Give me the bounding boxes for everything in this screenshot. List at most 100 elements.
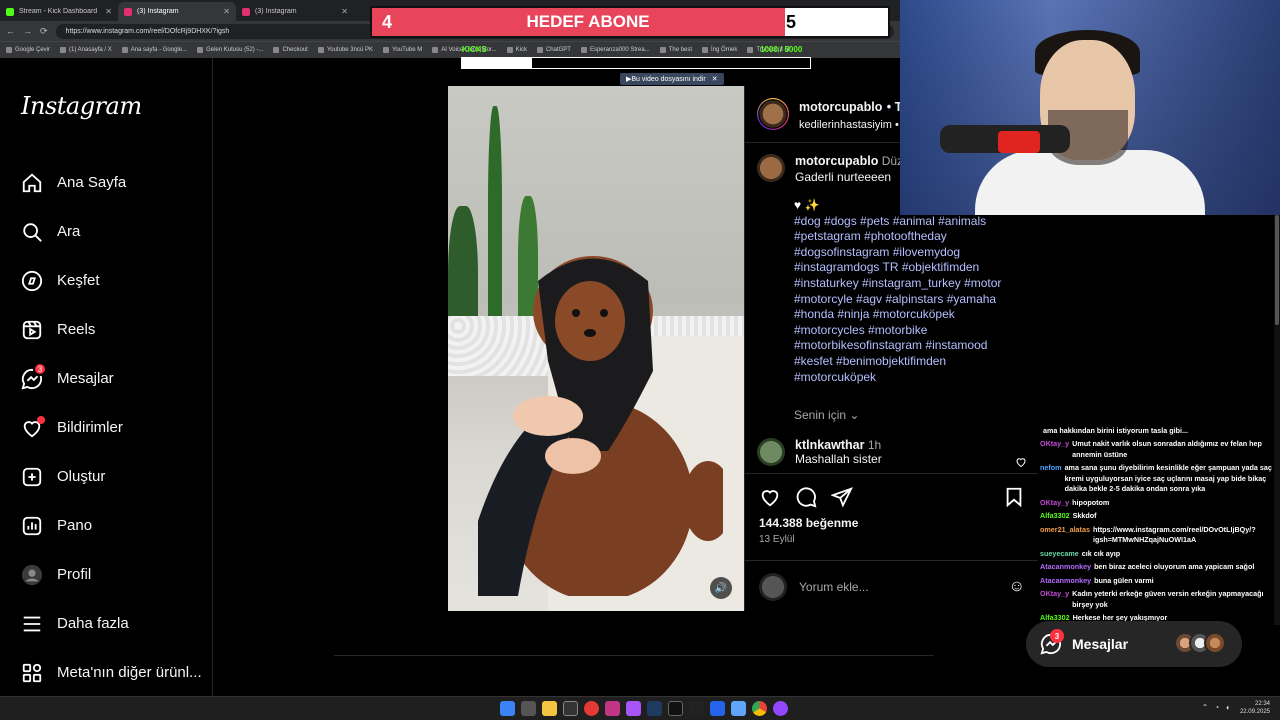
sidebar-item-reels[interactable]: Reels: [0, 305, 213, 354]
close-icon[interactable]: ✕: [712, 75, 718, 83]
sidebar-item-dashboard[interactable]: Pano: [0, 501, 213, 550]
close-tab-icon[interactable]: ✕: [223, 7, 230, 16]
chat-username[interactable]: OKtay_y: [1040, 439, 1069, 460]
author-avatar[interactable]: [757, 98, 789, 130]
commenter-username[interactable]: ktlnkawthar: [795, 438, 864, 452]
back-icon[interactable]: ←: [6, 26, 15, 36]
comment-bubble-icon[interactable]: [795, 486, 817, 508]
system-tray[interactable]: ⌃ ◔ ◖: [1202, 703, 1230, 712]
chrome-icon[interactable]: [752, 701, 767, 716]
opera-icon[interactable]: [584, 701, 599, 716]
share-paper-plane-icon[interactable]: [831, 486, 853, 508]
chat-scrollbar[interactable]: [1274, 215, 1280, 625]
mute-toggle-icon[interactable]: 🔊: [710, 577, 732, 599]
goal-end: 5: [786, 11, 797, 32]
instagram-app-icon[interactable]: [605, 701, 620, 716]
sidebar-item-profile[interactable]: Profil: [0, 550, 213, 599]
obs-icon[interactable]: [563, 701, 578, 716]
browser-tab-instagram[interactable]: (3) Instagram ✕: [236, 2, 354, 21]
clock-date: 22.09.2025: [1239, 709, 1270, 715]
sidebar-item-messages[interactable]: 3 Mesajlar: [0, 354, 213, 403]
bookmark-save-icon[interactable]: [1003, 486, 1025, 508]
bookmark-item[interactable]: Esperanza000 Strea...: [580, 47, 650, 53]
chat-username[interactable]: sueyecame: [1040, 549, 1079, 560]
reload-icon[interactable]: ⟳: [40, 26, 48, 37]
capcut-icon[interactable]: [689, 701, 704, 716]
emoji-picker-icon[interactable]: ☺: [1009, 578, 1025, 596]
sidebar-item-search[interactable]: Ara: [0, 207, 213, 256]
author-subtitle[interactable]: kedilerinhastasiyim • C: [799, 119, 910, 131]
sidebar-item-label: Reels: [57, 321, 96, 338]
chat-username[interactable]: Atacanmonkey: [1040, 576, 1091, 587]
chat-text: Umut nakit varlık olsun sonradan aldığım…: [1072, 439, 1262, 459]
chat-username[interactable]: omer21_alatas: [1040, 525, 1090, 546]
chat-username[interactable]: nefom: [1040, 463, 1062, 495]
hashtag-list[interactable]: #dog #dogs #pets #animal #animals #petst…: [794, 214, 1024, 386]
chat-username[interactable]: OKtay_y: [1040, 589, 1069, 610]
commenter-avatar[interactable]: [757, 438, 785, 466]
taskbar-clock[interactable]: 22:34 22.09.2025: [1240, 700, 1270, 716]
sidebar-item-meta-apps[interactable]: Meta'nın diğer ürünl...: [0, 648, 213, 697]
caption-username[interactable]: motorcupablo: [795, 154, 878, 168]
editor-icon[interactable]: [710, 701, 725, 716]
messenger-app-icon[interactable]: [626, 701, 641, 716]
search-icon[interactable]: [521, 701, 536, 716]
bookmark-item[interactable]: Checkout: [273, 47, 308, 53]
reel-video[interactable]: 🔊: [448, 86, 744, 611]
instagram-sidebar: Instagram Ana Sayfa Ara Keşfet Reels 3 M…: [0, 58, 213, 696]
chevron-up-icon[interactable]: ⌃: [1202, 703, 1209, 712]
author-username[interactable]: motorcupablo: [799, 100, 882, 114]
twitch-icon[interactable]: [773, 701, 788, 716]
photoshop-icon[interactable]: [647, 701, 662, 716]
browser-tab-instagram-active[interactable]: (3) Instagram ✕: [118, 2, 236, 21]
sidebar-item-home[interactable]: Ana Sayfa: [0, 158, 213, 207]
bookmark-item[interactable]: Gelen Kutusu (52) -...: [197, 47, 263, 53]
bookmark-item[interactable]: Kick: [506, 47, 527, 53]
close-tab-icon[interactable]: ✕: [341, 7, 348, 16]
search-icon: [23, 222, 42, 242]
tiktok-icon[interactable]: [668, 701, 683, 716]
start-menu-icon[interactable]: [500, 701, 515, 716]
windows-taskbar: ⌃ ◔ ◖ 22:34 22.09.2025: [0, 696, 1280, 720]
messages-floating-button[interactable]: 3 Mesajlar: [1026, 621, 1242, 667]
menu-icon: [23, 616, 41, 631]
sidebar-item-label: Mesajlar: [57, 370, 114, 387]
dashboard-icon: [22, 516, 42, 535]
sidebar-item-explore[interactable]: Keşfet: [0, 256, 213, 305]
sidebar-item-create[interactable]: Oluştur: [0, 452, 213, 501]
chat-username[interactable]: Atacanmonkey: [1040, 562, 1091, 573]
screen: { "browser": { "tabs": [ {"title": "Stre…: [0, 0, 1280, 720]
comment-like-icon[interactable]: [1015, 456, 1027, 468]
settings-icon[interactable]: [731, 701, 746, 716]
bookmark-item[interactable]: İng Örnek: [702, 47, 737, 53]
tab-title: Stream - Kick Dashboard: [19, 8, 98, 15]
chat-username[interactable]: Alfa3302: [1040, 511, 1070, 522]
bookmark-item[interactable]: Google Çevir: [6, 47, 50, 53]
video-download-bar[interactable]: ▶ Bu video dosyasını indir ✕: [620, 73, 724, 85]
bookmark-item[interactable]: The best: [659, 47, 692, 53]
chat-username[interactable]: OKtay_y: [1040, 498, 1069, 509]
caption-avatar[interactable]: [757, 154, 785, 182]
bookmark-item[interactable]: ChatGPT: [536, 47, 571, 53]
bookmark-item[interactable]: Youtube 3ncü PK: [317, 47, 373, 53]
bookmark-item[interactable]: Ana sayfa - Google...: [121, 47, 187, 53]
bookmark-item[interactable]: (1) Anasayfa / X: [60, 47, 112, 53]
chevron-down-icon: ⌄: [849, 408, 860, 422]
sidebar-item-label: Bildirimler: [57, 419, 123, 436]
browser-tab-kick[interactable]: Stream - Kick Dashboard ✕: [0, 2, 118, 21]
for-you-dropdown[interactable]: Senin için ⌄: [794, 408, 859, 422]
forward-icon[interactable]: →: [23, 26, 32, 36]
messages-count-badge: 3: [33, 362, 47, 376]
hashtags[interactable]: ♥ ✨ #dog #dogs #pets #animal #animals #p…: [794, 198, 1024, 385]
bookmark-item[interactable]: YouTube M: [382, 47, 422, 53]
add-comment-input[interactable]: Yorum ekle...: [799, 580, 997, 594]
file-explorer-icon[interactable]: [542, 701, 557, 716]
sidebar-item-notifications[interactable]: Bildirimler: [0, 403, 213, 452]
download-label: Bu video dosyasını indir: [631, 75, 706, 83]
instagram-logo[interactable]: Instagram: [21, 92, 142, 120]
likes-count[interactable]: 144.388 beğenme: [759, 516, 858, 530]
close-tab-icon[interactable]: ✕: [105, 7, 112, 16]
chat-message: OKtay_y Umut nakit varlık olsun sonradan …: [1038, 438, 1274, 462]
like-heart-icon[interactable]: [759, 486, 781, 508]
sidebar-item-more[interactable]: Daha fazla: [0, 599, 213, 648]
